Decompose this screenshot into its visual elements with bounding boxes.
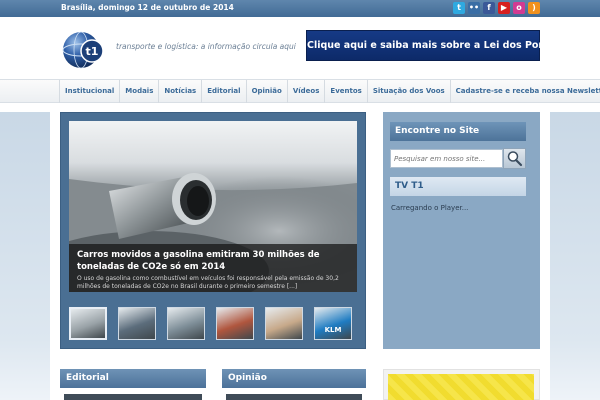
search-button[interactable] bbox=[503, 148, 526, 169]
thumb-klm[interactable]: KLM bbox=[314, 307, 352, 340]
editorial-image-strip bbox=[64, 394, 202, 400]
opiniao-section-title[interactable]: Opinião bbox=[222, 369, 366, 388]
facebook-icon[interactable]: f bbox=[483, 2, 495, 14]
search-box-title: Encontre no Site bbox=[390, 122, 526, 141]
featured-description: O uso de gasolina como combustível em ve… bbox=[77, 275, 339, 290]
nav-item-0[interactable]: Institucional bbox=[59, 80, 121, 104]
opiniao-image-strip bbox=[226, 394, 362, 400]
thumb-exhaust[interactable] bbox=[69, 307, 107, 340]
search-input[interactable] bbox=[390, 149, 503, 168]
social-links: t •• f ▶ o) bbox=[453, 2, 540, 14]
nav-item-7[interactable]: Situação dos Voos bbox=[368, 80, 451, 104]
thumb-label: KLM bbox=[324, 326, 342, 334]
current-date: Brasília, domingo 12 de outubro de 2014 bbox=[61, 3, 234, 12]
site-tagline: transporte e logística: a informação cir… bbox=[116, 42, 296, 51]
featured-caption[interactable]: Carros movidos a gasolina emitiram 30 mi… bbox=[69, 244, 357, 292]
youtube-icon[interactable]: ▶ bbox=[498, 2, 510, 14]
nav-list: Institucional Modais Notícias Editorial Opin… bbox=[59, 80, 600, 104]
nav-item-5[interactable]: Vídeos bbox=[288, 80, 326, 104]
player-loading-text: Carregando o Player... bbox=[391, 204, 469, 212]
video-player[interactable]: Carregando o Player... bbox=[390, 201, 526, 341]
ad-banner[interactable] bbox=[388, 374, 534, 400]
orkut-icon[interactable]: o bbox=[513, 2, 525, 14]
nav-item-3[interactable]: Editorial bbox=[202, 80, 247, 104]
editorial-section-title[interactable]: Editorial bbox=[60, 369, 206, 388]
tv-box-title: TV T1 bbox=[390, 177, 526, 196]
flickr-icon[interactable]: •• bbox=[468, 2, 480, 14]
logo-text: t1 bbox=[86, 45, 99, 58]
nav-item-1[interactable]: Modais bbox=[120, 80, 160, 104]
twitter-icon[interactable]: t bbox=[453, 2, 465, 14]
thumb-traffic[interactable] bbox=[118, 307, 156, 340]
top-bar: Brasília, domingo 12 de outubro de 2014 … bbox=[0, 0, 600, 17]
nav-item-4[interactable]: Opinião bbox=[247, 80, 288, 104]
featured-title[interactable]: Carros movidos a gasolina emitiram 30 mi… bbox=[77, 249, 349, 273]
site-header: t1 transporte e logística: a informação … bbox=[0, 17, 600, 79]
lei-dos-portos-banner[interactable]: Clique aqui e saiba mais sobre a Lei dos… bbox=[306, 30, 560, 61]
thumb-portrait[interactable] bbox=[265, 307, 303, 340]
thumb-highway[interactable] bbox=[167, 307, 205, 340]
site-logo[interactable]: t1 bbox=[60, 27, 106, 73]
slider-thumbnails: KLM bbox=[69, 307, 352, 340]
nav-item-6[interactable]: Eventos bbox=[325, 80, 368, 104]
magnifier-icon bbox=[507, 151, 523, 167]
nav-item-8[interactable]: Cadastre-se e receba nossa Newsletter bbox=[451, 80, 600, 104]
rss-icon[interactable]: ) bbox=[528, 2, 540, 14]
nav-item-2[interactable]: Notícias bbox=[159, 80, 203, 104]
thumb-cyclists[interactable] bbox=[216, 307, 254, 340]
main-nav: Institucional Modais Notícias Editorial Opin… bbox=[0, 79, 600, 104]
